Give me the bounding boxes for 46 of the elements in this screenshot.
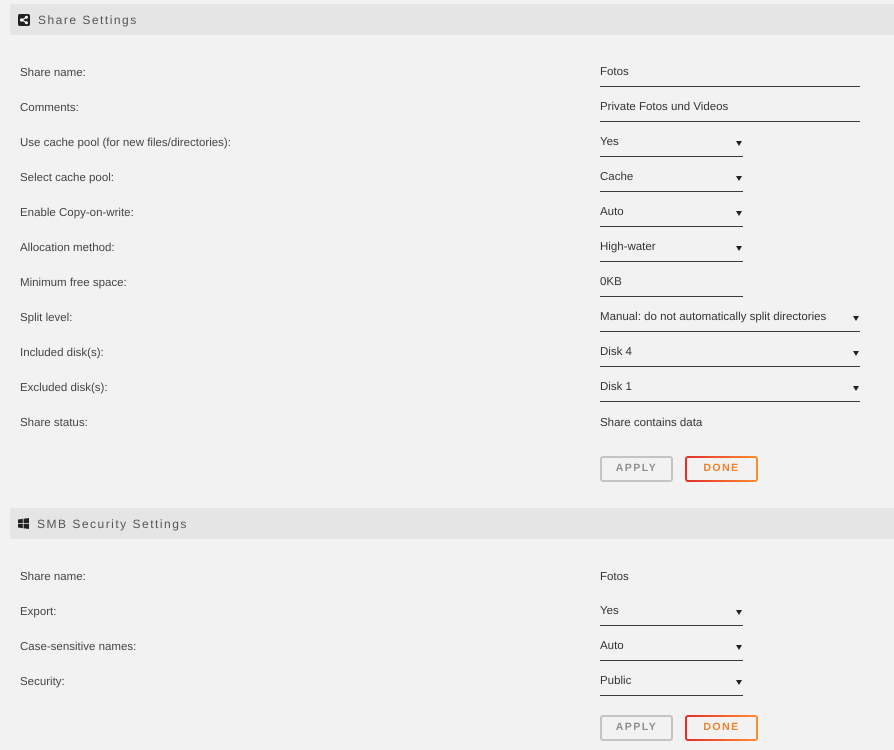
dropdown[interactable]: Cache [600,166,743,192]
field-label: Export: [20,604,58,620]
dropdown[interactable]: Disk 4 [600,340,860,366]
caret-icon [736,176,742,180]
field-label: Comments: [20,100,80,116]
field-label: Share name: [20,66,87,81]
apply-button: APPLY [600,456,673,482]
value-text: Share contains data [600,416,702,431]
text-field[interactable]: 0KB [600,270,743,296]
field-label: Included disk(s): [20,346,105,361]
field-label: Minimum free space: [20,276,128,291]
field-label: Select cache pool: [20,170,115,186]
field-label: Split level: [20,310,74,326]
caret-icon [853,316,859,320]
dropdown[interactable]: Auto [600,634,743,660]
text-field[interactable]: Private Fotos und Videos [600,96,860,122]
field-label: Excluded disk(s): [20,380,109,396]
field-label: Share name: [20,570,87,585]
apply-button: APPLY [600,715,673,741]
section-title: Share Settings [38,12,138,28]
dropdown[interactable]: Yes [600,130,743,156]
section-title: SMB Security Settings [37,516,188,532]
dropdown[interactable]: Disk 1 [600,376,860,402]
dropdown[interactable]: Yes [600,600,743,626]
value-text: Fotos [600,570,629,585]
caret-icon [853,386,859,390]
field-label: Security: [20,674,66,690]
field-label: Use cache pool (for new files/directories): [20,136,232,151]
share-icon [18,14,30,26]
caret-icon [736,140,742,146]
caret-icon [736,246,742,250]
dropdown[interactable]: Auto [600,200,743,226]
dropdown[interactable]: Manual: do not automatically split directories [600,306,860,332]
caret-icon [736,610,742,614]
caret-icon [736,644,742,650]
dropdown[interactable]: High-water [600,236,743,262]
field-label: Enable Copy-on-write: [20,206,135,221]
dropdown[interactable]: Public [600,670,743,696]
text-field[interactable]: Fotos [600,60,860,86]
field-label: Share status: [20,416,89,431]
field-label: Allocation method: [20,240,116,256]
windows-icon [18,518,29,529]
caret-icon [853,350,859,356]
caret-icon [736,680,742,684]
field-label: Case-sensitive names: [20,640,138,655]
caret-icon [736,210,742,216]
